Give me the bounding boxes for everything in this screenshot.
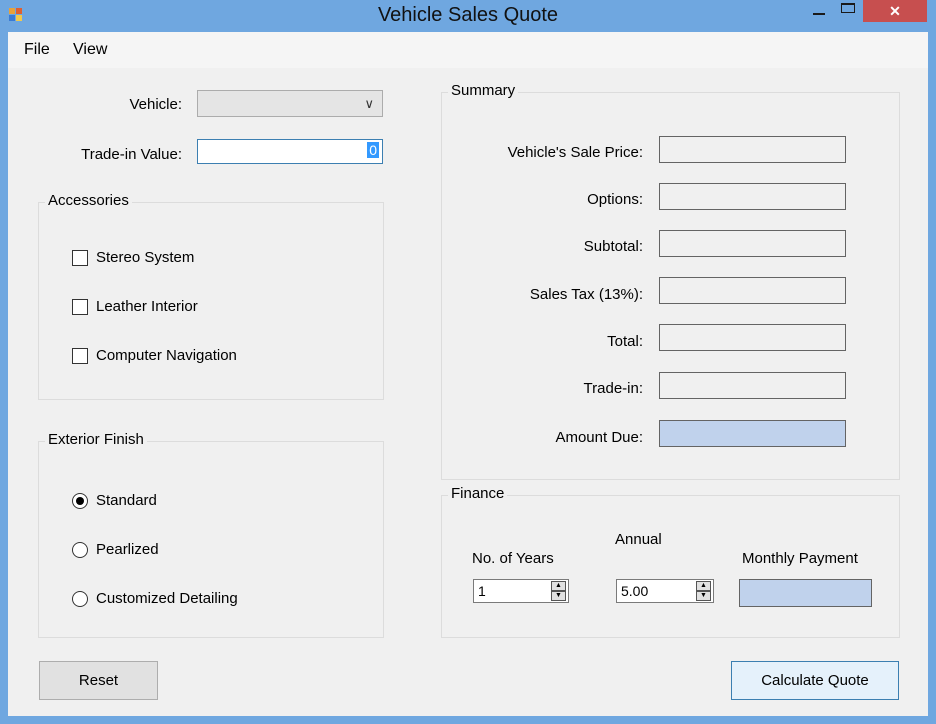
sales-tax-output bbox=[659, 277, 846, 304]
total-output bbox=[659, 324, 846, 351]
years-value: 1 bbox=[478, 583, 486, 599]
close-button[interactable]: ✕ bbox=[863, 0, 927, 22]
standard-label[interactable]: Standard bbox=[96, 492, 157, 509]
standard-radio[interactable] bbox=[72, 493, 88, 509]
tradein-value: 0 bbox=[367, 142, 379, 158]
stereo-checkbox[interactable] bbox=[72, 250, 88, 266]
navigation-label[interactable]: Computer Navigation bbox=[96, 347, 237, 364]
amount-due-label: Amount Due: bbox=[555, 429, 643, 446]
maximize-button[interactable] bbox=[836, 0, 862, 22]
monthly-payment-label: Monthly Payment bbox=[742, 550, 858, 567]
menu-view[interactable]: View bbox=[73, 41, 107, 59]
navigation-checkbox[interactable] bbox=[72, 348, 88, 364]
chevron-down-icon: ∨ bbox=[364, 96, 374, 111]
tradein-input[interactable]: 0 bbox=[197, 139, 383, 164]
years-stepper-arrows[interactable]: ▲ ▼ bbox=[551, 581, 566, 601]
customized-radio[interactable] bbox=[72, 591, 88, 607]
stepper-down-icon[interactable]: ▼ bbox=[696, 591, 711, 601]
exterior-groupbox: Exterior Finish Standard Pearlized Custo… bbox=[38, 431, 384, 638]
annual-label: Annual bbox=[615, 531, 662, 548]
accessories-title: Accessories bbox=[45, 192, 132, 209]
stepper-up-icon[interactable]: ▲ bbox=[696, 581, 711, 591]
years-stepper[interactable]: 1 ▲ ▼ bbox=[473, 579, 569, 603]
maximize-icon bbox=[841, 3, 855, 13]
stereo-label[interactable]: Stereo System bbox=[96, 249, 194, 266]
minimize-button[interactable] bbox=[802, 0, 836, 22]
annual-rate-stepper[interactable]: 5.00 ▲ ▼ bbox=[616, 579, 714, 603]
subtotal-label: Subtotal: bbox=[583, 238, 643, 255]
finance-title: Finance bbox=[448, 485, 508, 502]
radio-selected-dot bbox=[76, 497, 84, 505]
leather-label[interactable]: Leather Interior bbox=[96, 298, 198, 315]
stepper-up-icon[interactable]: ▲ bbox=[551, 581, 566, 591]
subtotal-output bbox=[659, 230, 846, 257]
tradein-summary-label: Trade-in: bbox=[583, 380, 643, 397]
annual-rate-value: 5.00 bbox=[621, 583, 649, 599]
close-icon: ✕ bbox=[889, 3, 901, 19]
customized-label[interactable]: Customized Detailing bbox=[96, 590, 238, 607]
total-label: Total: bbox=[607, 333, 643, 350]
calculate-quote-button[interactable]: Calculate Quote bbox=[731, 661, 899, 700]
tradein-label: Trade-in Value: bbox=[81, 146, 182, 163]
summary-groupbox: Summary Vehicle's Sale Price: Options: S… bbox=[441, 82, 900, 480]
tradein-summary-output bbox=[659, 372, 846, 399]
amount-due-output bbox=[659, 420, 846, 447]
monthly-payment-output bbox=[739, 579, 872, 607]
title-bar[interactable]: Vehicle Sales Quote ✕ bbox=[0, 0, 936, 32]
menu-file[interactable]: File bbox=[24, 41, 50, 59]
finance-groupbox: Finance No. of Years 1 ▲ ▼ Annual 5.00 ▲… bbox=[441, 485, 900, 638]
pearlized-label[interactable]: Pearlized bbox=[96, 541, 159, 558]
exterior-title: Exterior Finish bbox=[45, 431, 147, 448]
pearlized-radio[interactable] bbox=[72, 542, 88, 558]
menu-bar: File View bbox=[8, 32, 928, 68]
stepper-down-icon[interactable]: ▼ bbox=[551, 591, 566, 601]
vehicle-label: Vehicle: bbox=[129, 96, 182, 113]
app-window: Vehicle Sales Quote ✕ File View Vehicle:… bbox=[0, 0, 936, 724]
minimize-icon bbox=[813, 13, 825, 15]
sale-price-output bbox=[659, 136, 846, 163]
options-output bbox=[659, 183, 846, 210]
sale-price-label: Vehicle's Sale Price: bbox=[507, 144, 643, 161]
years-label: No. of Years bbox=[472, 550, 554, 567]
annual-stepper-arrows[interactable]: ▲ ▼ bbox=[696, 581, 711, 601]
reset-button[interactable]: Reset bbox=[39, 661, 158, 700]
sales-tax-label: Sales Tax (13%): bbox=[529, 286, 643, 303]
accessories-groupbox: Accessories Stereo System Leather Interi… bbox=[38, 192, 384, 400]
options-label: Options: bbox=[587, 191, 643, 208]
window-title: Vehicle Sales Quote bbox=[377, 4, 559, 26]
leather-checkbox[interactable] bbox=[72, 299, 88, 315]
form-client-area: Vehicle: ∨ Trade-in Value: 0 Accessories… bbox=[8, 68, 928, 716]
summary-title: Summary bbox=[448, 82, 519, 99]
vehicle-dropdown[interactable]: ∨ bbox=[197, 90, 383, 117]
